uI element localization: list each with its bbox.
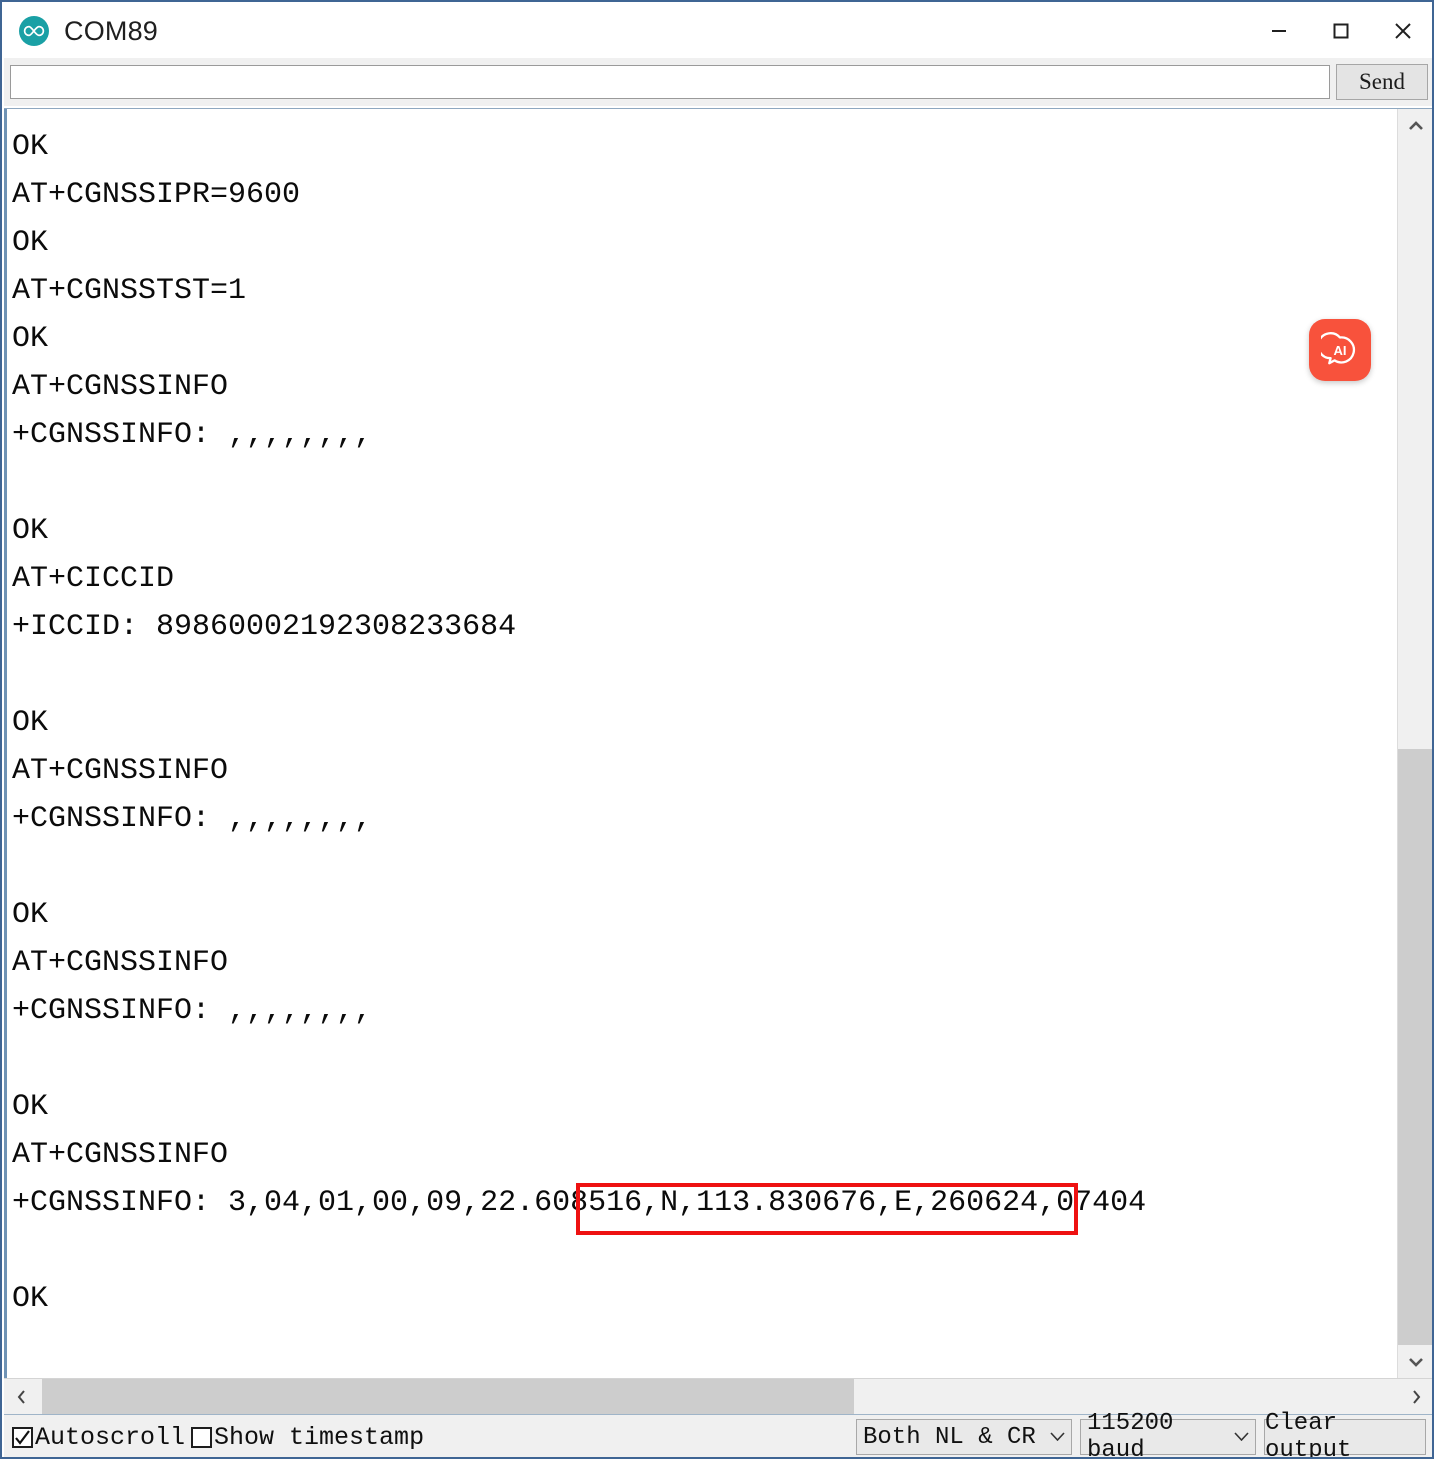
console-line: OK xyxy=(12,514,49,548)
chevron-right-icon xyxy=(1413,1390,1421,1404)
minimize-icon xyxy=(1272,30,1286,32)
console-line: +CGNSSINFO: 3,04,01,00,09,22.608516,N,11… xyxy=(12,1186,1147,1220)
console-line: AT+CGNSSINFO xyxy=(12,946,229,980)
show-timestamp-checkbox[interactable]: Show timestamp xyxy=(191,1423,424,1452)
line-ending-select[interactable]: Both NL & CR xyxy=(856,1419,1072,1455)
baud-rate-value: 115200 baud xyxy=(1087,1410,1174,1459)
console-line: AT+CGNSSINFO xyxy=(12,370,229,404)
chevron-left-icon xyxy=(17,1390,25,1404)
chevron-up-icon xyxy=(1409,121,1423,130)
ai-chat-icon: AI xyxy=(1321,332,1355,365)
close-button[interactable] xyxy=(1372,4,1432,58)
scroll-up-button[interactable] xyxy=(1398,109,1432,143)
window-title: COM89 xyxy=(64,15,159,46)
maximize-icon xyxy=(1333,23,1349,39)
vertical-scrollbar[interactable] xyxy=(1397,109,1432,1379)
console-line: +CGNSSINFO: ,,,,,,,, xyxy=(12,418,373,452)
console-text: AT+CGNSSPWR=1 OK AT+CGNSSIPR=9600 OK AT+CGNS… xyxy=(12,109,1146,1323)
clear-output-button[interactable]: Clear output xyxy=(1264,1410,1426,1457)
minimize-button[interactable] xyxy=(1248,4,1310,58)
window-controls xyxy=(1248,4,1432,58)
scroll-left-button[interactable] xyxy=(4,1379,40,1415)
serial-monitor-window: COM89 Send OK AT+CGNSSIPR=9600 OK AT+CGN… xyxy=(0,0,1434,1459)
maximize-button[interactable] xyxy=(1310,4,1372,58)
status-bar: Autoscroll Show timestamp Both NL & CR 1… xyxy=(4,1410,1432,1457)
line-ending-value: Both NL & CR xyxy=(863,1423,1036,1451)
console-pane[interactable]: AT+CGNSSPWR=1 OK AT+CGNSSIPR=9600 OK AT+CGNS… xyxy=(4,109,1398,1379)
title-bar: COM89 xyxy=(4,4,1432,58)
command-input[interactable] xyxy=(10,65,1330,99)
infinity-glyph xyxy=(23,25,45,37)
timestamp-check-box[interactable] xyxy=(191,1426,213,1448)
console-line: OK xyxy=(12,322,49,356)
output-area: AT+CGNSSPWR=1 OK AT+CGNSSIPR=9600 OK AT+CGNS… xyxy=(4,108,1432,1379)
console-line: AT+CICCID xyxy=(12,562,175,596)
console-line: OK xyxy=(12,898,49,932)
scroll-down-button[interactable] xyxy=(1398,1345,1432,1379)
console-line: AT+CGNSSINFO xyxy=(12,754,229,788)
console-line: +CGNSSINFO: ,,,,,,,, xyxy=(12,994,373,1028)
close-icon xyxy=(1395,23,1411,39)
console-line: OK xyxy=(12,706,49,740)
autoscroll-checkbox[interactable]: Autoscroll xyxy=(12,1423,185,1452)
autoscroll-label: Autoscroll xyxy=(35,1422,186,1452)
svg-text:AI: AI xyxy=(1334,343,1347,358)
arduino-infinity-icon xyxy=(18,15,50,47)
chevron-down-icon xyxy=(1234,1429,1249,1446)
console-line: +ICCID: 89860002192308233684 xyxy=(12,610,517,644)
ai-assistant-button[interactable]: AI xyxy=(1309,319,1371,381)
chevron-down-icon xyxy=(1050,1429,1065,1446)
console-line: AT+CGNSSPWR=1 xyxy=(12,109,1146,123)
autoscroll-check-box[interactable] xyxy=(12,1426,33,1448)
baud-rate-select[interactable]: 115200 baud xyxy=(1080,1410,1256,1457)
checkmark-icon xyxy=(15,1429,30,1445)
send-row: Send xyxy=(4,58,1432,106)
horizontal-scroll-thumb[interactable] xyxy=(42,1379,854,1415)
console-line: OK xyxy=(12,130,49,164)
send-button[interactable]: Send xyxy=(1336,64,1428,100)
console-line: OK xyxy=(12,1090,49,1124)
chevron-down-icon xyxy=(1409,1358,1423,1367)
console-line: +CGNSSINFO: ,,,,,,,, xyxy=(12,802,373,836)
console-line: OK xyxy=(12,226,49,260)
vertical-scroll-thumb[interactable] xyxy=(1398,749,1432,1345)
console-line: AT+CGNSSTST=1 xyxy=(12,274,247,308)
console-line: OK xyxy=(12,1282,49,1316)
console-line: AT+CGNSSINFO xyxy=(12,1138,229,1172)
console-line: AT+CGNSSIPR=9600 xyxy=(12,178,301,212)
show-timestamp-label: Show timestamp xyxy=(214,1422,425,1452)
